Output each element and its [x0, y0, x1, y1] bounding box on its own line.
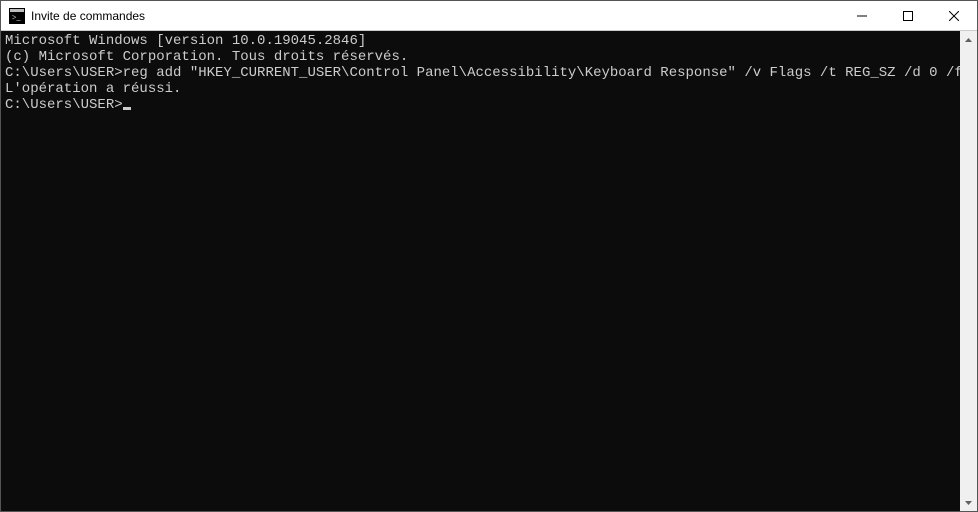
scroll-up-button[interactable]	[960, 31, 977, 48]
maximize-button[interactable]	[885, 1, 931, 31]
close-icon	[949, 11, 959, 21]
titlebar[interactable]: >_ Invite de commandes	[1, 1, 977, 31]
vertical-scrollbar[interactable]	[960, 31, 977, 511]
scroll-down-button[interactable]	[960, 494, 977, 511]
command-prompt-window: >_ Invite de commandes Microsoft Windows…	[0, 0, 978, 512]
cursor	[123, 107, 131, 110]
chevron-up-icon	[965, 38, 972, 42]
chevron-down-icon	[965, 501, 972, 505]
minimize-icon	[857, 11, 867, 21]
close-button[interactable]	[931, 1, 977, 31]
minimize-button[interactable]	[839, 1, 885, 31]
terminal-output[interactable]: Microsoft Windows [version 10.0.19045.28…	[1, 31, 960, 511]
prompt-line: C:\Users\USER>	[5, 97, 956, 113]
output-line: C:\Users\USER>reg add "HKEY_CURRENT_USER…	[5, 65, 956, 81]
client-area: Microsoft Windows [version 10.0.19045.28…	[1, 31, 977, 511]
cmd-icon: >_	[9, 8, 25, 24]
prompt-text: C:\Users\USER>	[5, 97, 123, 113]
window-title: Invite de commandes	[31, 9, 145, 23]
output-line: Microsoft Windows [version 10.0.19045.28…	[5, 33, 956, 49]
svg-text:>_: >_	[12, 13, 22, 22]
output-line: (c) Microsoft Corporation. Tous droits r…	[5, 49, 956, 65]
output-line: L'opération a réussi.	[5, 81, 956, 97]
maximize-icon	[903, 11, 913, 21]
